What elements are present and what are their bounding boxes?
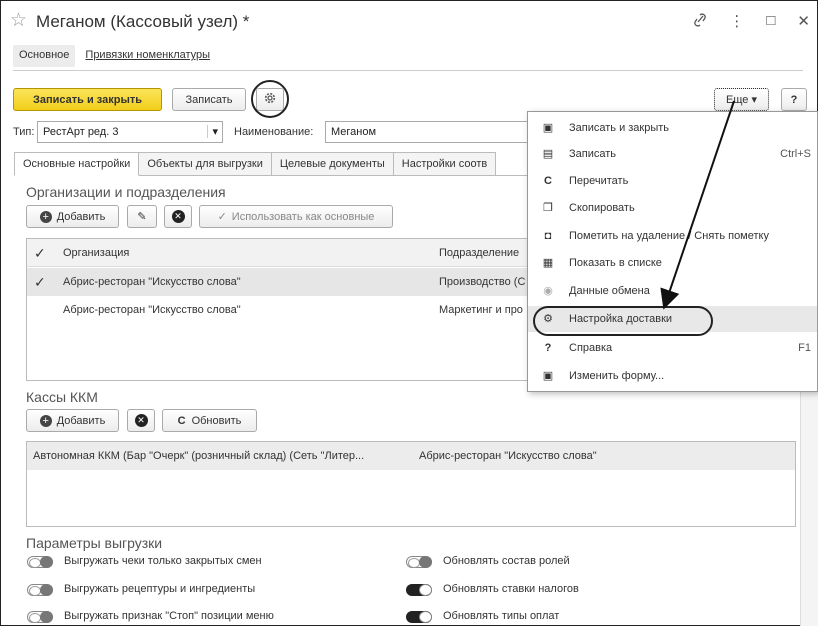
annotation-arrow [660,100,735,310]
tab-main-settings[interactable]: Основные настройки [14,152,140,176]
